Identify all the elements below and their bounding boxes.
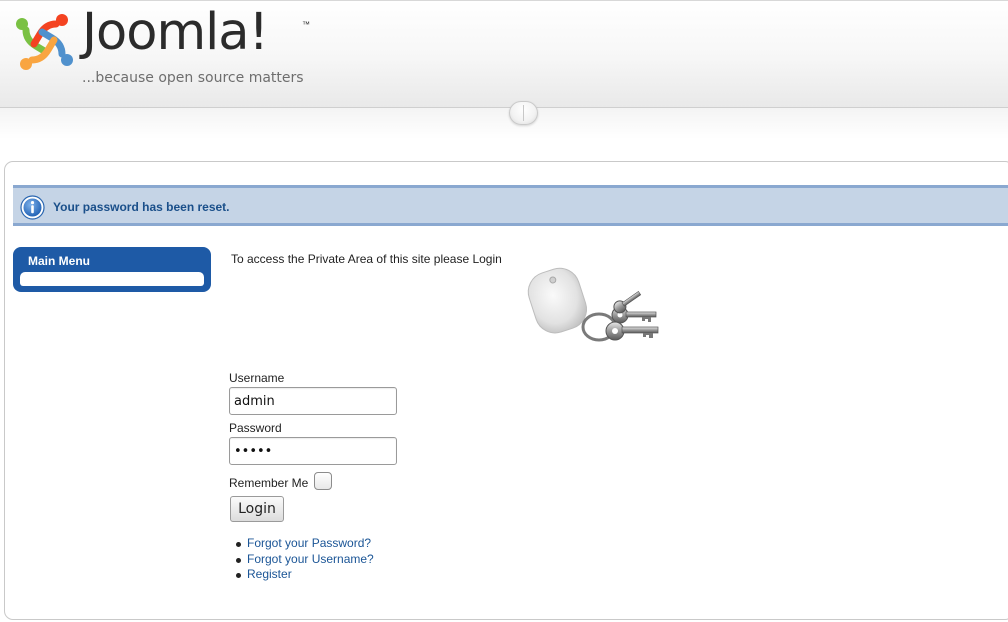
- login-intro: To access the Private Area of this site …: [231, 252, 502, 266]
- forgot-password-link[interactable]: Forgot your Password?: [247, 536, 371, 550]
- site-header: Joomla! ™ ...because open source matters: [0, 0, 1008, 108]
- main-menu: Main Menu: [13, 247, 211, 292]
- message-text: Your password has been reset.: [53, 200, 230, 214]
- main-menu-title: Main Menu: [28, 254, 90, 268]
- joomla-logo-icon[interactable]: [12, 10, 76, 74]
- list-item: Register: [233, 567, 374, 583]
- remember-me-checkbox[interactable]: [314, 472, 332, 490]
- logo-wordmark[interactable]: Joomla!: [82, 7, 269, 58]
- register-link[interactable]: Register: [247, 567, 292, 581]
- password-label: Password: [229, 421, 282, 435]
- system-message: Your password has been reset.: [13, 185, 1008, 226]
- trademark-symbol: ™: [302, 20, 310, 29]
- main-menu-body: [20, 272, 204, 286]
- divider-knob-icon: [509, 101, 538, 125]
- remember-me-label: Remember Me: [229, 476, 309, 490]
- keys-icon: [519, 259, 669, 355]
- logo-tagline: ...because open source matters: [82, 70, 304, 86]
- header-band: [0, 108, 1008, 160]
- login-button[interactable]: Login: [230, 496, 284, 522]
- username-input[interactable]: [229, 387, 397, 415]
- content-panel: [4, 161, 1008, 620]
- bullet-icon: [236, 573, 241, 578]
- forgot-username-link[interactable]: Forgot your Username?: [247, 552, 374, 566]
- list-item: Forgot your Username?: [233, 552, 374, 568]
- bullet-icon: [236, 542, 241, 547]
- login-links: Forgot your Password? Forgot your Userna…: [233, 536, 374, 583]
- info-icon: [20, 195, 45, 220]
- password-input[interactable]: [229, 437, 397, 465]
- username-label: Username: [229, 371, 285, 385]
- list-item: Forgot your Password?: [233, 536, 374, 552]
- bullet-icon: [236, 557, 241, 563]
